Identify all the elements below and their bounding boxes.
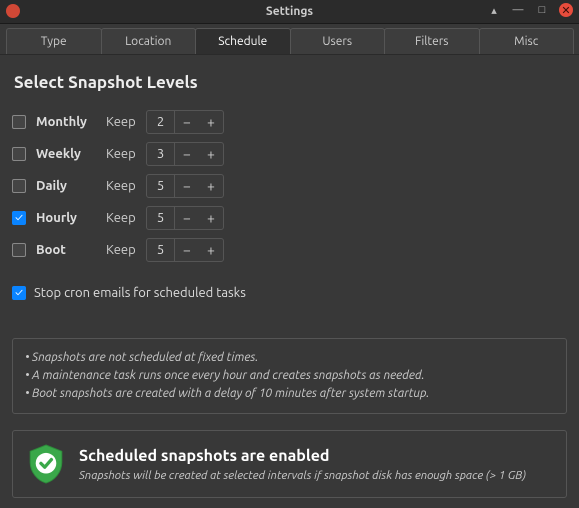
daily-checkbox[interactable] — [12, 179, 26, 193]
tab-type[interactable]: Type — [6, 28, 102, 54]
keep-above-icon[interactable]: ▴ — [487, 3, 501, 17]
tab-filters[interactable]: Filters — [384, 28, 480, 54]
weekly-value: 3 — [147, 143, 175, 165]
weekly-checkbox[interactable] — [12, 147, 26, 161]
boot-increment[interactable]: + — [199, 239, 223, 261]
keep-label: Keep — [106, 179, 136, 193]
info-line-3: • Boot snapshots are created with a dela… — [25, 385, 554, 403]
boot-value: 5 — [147, 239, 175, 261]
status-subtitle: Snapshots will be created at selected in… — [79, 469, 526, 482]
status-box: Scheduled snapshots are enabled Snapshot… — [12, 430, 567, 498]
boot-label: Boot — [36, 243, 96, 257]
close-icon[interactable]: ✕ — [559, 3, 573, 17]
maximize-icon[interactable]: □ — [535, 3, 549, 17]
boot-stepper[interactable]: 5 − + — [146, 238, 224, 262]
monthly-decrement[interactable]: − — [175, 111, 199, 133]
info-line-1: • Snapshots are not scheduled at fixed t… — [25, 349, 554, 367]
level-row-boot: Boot Keep 5 − + — [12, 234, 567, 266]
tab-schedule[interactable]: Schedule — [195, 28, 291, 54]
status-text: Scheduled snapshots are enabled Snapshot… — [79, 447, 526, 482]
weekly-stepper[interactable]: 3 − + — [146, 142, 224, 166]
weekly-increment[interactable]: + — [199, 143, 223, 165]
hourly-stepper[interactable]: 5 − + — [146, 206, 224, 230]
monthly-label: Monthly — [36, 115, 96, 129]
status-title: Scheduled snapshots are enabled — [79, 447, 526, 465]
weekly-label: Weekly — [36, 147, 96, 161]
shield-check-icon — [27, 443, 65, 485]
monthly-checkbox[interactable] — [12, 115, 26, 129]
daily-stepper[interactable]: 5 − + — [146, 174, 224, 198]
app-icon — [6, 4, 20, 18]
level-row-hourly: Hourly Keep 5 − + — [12, 202, 567, 234]
level-row-weekly: Weekly Keep 3 − + — [12, 138, 567, 170]
info-line-2: • A maintenance task runs once every hou… — [25, 367, 554, 385]
monthly-stepper[interactable]: 2 − + — [146, 110, 224, 134]
keep-label: Keep — [106, 115, 136, 129]
tab-users[interactable]: Users — [290, 28, 386, 54]
weekly-decrement[interactable]: − — [175, 143, 199, 165]
daily-decrement[interactable]: − — [175, 175, 199, 197]
monthly-value: 2 — [147, 111, 175, 133]
hourly-decrement[interactable]: − — [175, 207, 199, 229]
monthly-increment[interactable]: + — [199, 111, 223, 133]
hourly-value: 5 — [147, 207, 175, 229]
daily-increment[interactable]: + — [199, 175, 223, 197]
content-area: Select Snapshot Levels Monthly Keep 2 − … — [0, 55, 579, 508]
cron-label: Stop cron emails for scheduled tasks — [34, 286, 246, 300]
hourly-increment[interactable]: + — [199, 207, 223, 229]
tab-misc[interactable]: Misc — [479, 28, 575, 54]
boot-checkbox[interactable] — [12, 243, 26, 257]
level-row-daily: Daily Keep 5 − + — [12, 170, 567, 202]
cron-row: Stop cron emails for scheduled tasks — [12, 286, 567, 300]
boot-decrement[interactable]: − — [175, 239, 199, 261]
hourly-checkbox[interactable] — [12, 211, 26, 225]
keep-label: Keep — [106, 211, 136, 225]
window-controls: ▴ — □ ✕ — [487, 3, 573, 17]
page-title: Select Snapshot Levels — [14, 73, 567, 92]
keep-label: Keep — [106, 147, 136, 161]
hourly-label: Hourly — [36, 211, 96, 225]
keep-label: Keep — [106, 243, 136, 257]
level-row-monthly: Monthly Keep 2 − + — [12, 106, 567, 138]
tab-bar: Type Location Schedule Users Filters Mis… — [0, 24, 579, 55]
minimize-icon[interactable]: — — [511, 3, 525, 17]
daily-value: 5 — [147, 175, 175, 197]
info-box: • Snapshots are not scheduled at fixed t… — [12, 338, 567, 414]
tab-location[interactable]: Location — [101, 28, 197, 54]
window-title: Settings — [266, 5, 313, 18]
cron-checkbox[interactable] — [12, 286, 26, 300]
daily-label: Daily — [36, 179, 96, 193]
titlebar: Settings ▴ — □ ✕ — [0, 0, 579, 24]
